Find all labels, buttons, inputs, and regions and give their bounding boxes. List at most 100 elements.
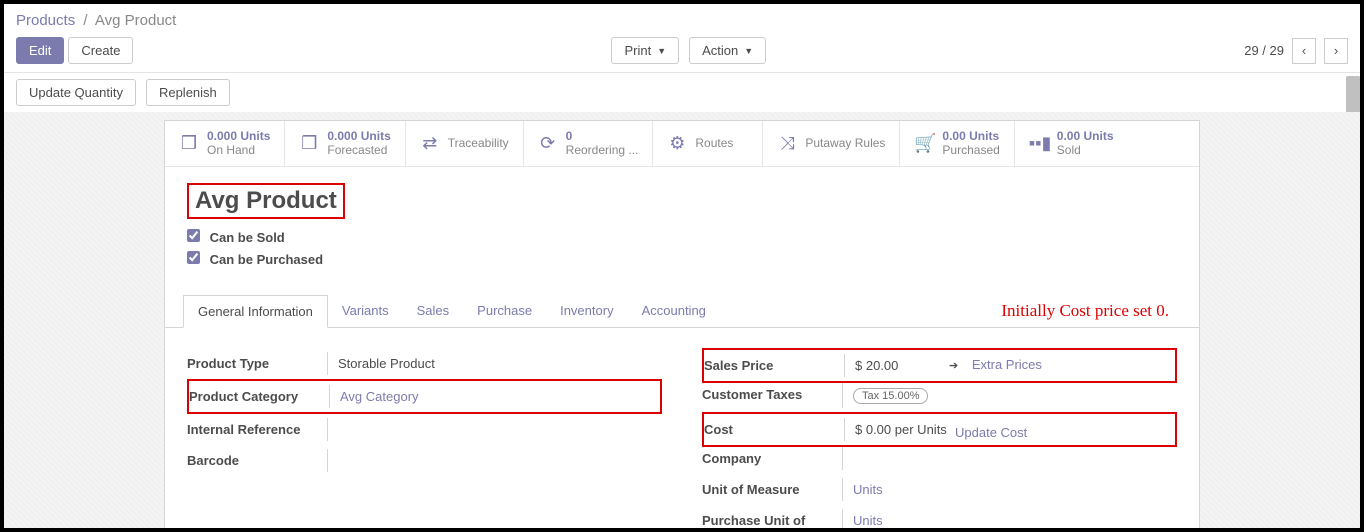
tab-purchase[interactable]: Purchase: [463, 295, 546, 327]
field-label: Product Category: [189, 385, 329, 408]
caret-down-icon: ▼: [744, 46, 753, 56]
caret-down-icon: ▼: [657, 46, 666, 56]
arrow-right-icon: ➔: [949, 360, 958, 372]
field-label: Internal Reference: [187, 418, 327, 441]
field-puom: Purchase Unit of Measure Units: [702, 505, 1177, 528]
can-be-sold-label: Can be Sold: [210, 230, 285, 245]
tab-variants[interactable]: Variants: [328, 295, 403, 327]
refresh-icon: ⟳: [538, 133, 558, 154]
stat-traceability[interactable]: ⇄ Traceability: [406, 121, 524, 166]
stat-label: On Hand: [207, 143, 270, 157]
cost-value: $ 0.00: [855, 422, 891, 437]
tabs: General Information Variants Sales Purch…: [165, 295, 1199, 328]
breadcrumb-root[interactable]: Products: [16, 12, 75, 29]
field-value: [842, 447, 1177, 470]
left-column: Product Type Storable Product Product Ca…: [187, 348, 662, 528]
stat-purchased[interactable]: 🛒 0.00 Units Purchased: [900, 121, 1014, 166]
stat-label: Reordering ...: [566, 143, 639, 157]
stat-label: Purchased: [942, 143, 999, 157]
breadcrumb: Products / Avg Product: [4, 4, 1360, 33]
stat-value: 0.000 Units: [327, 129, 390, 143]
stat-value: 0: [566, 129, 639, 143]
field-barcode: Barcode: [187, 445, 662, 476]
field-value-link[interactable]: Units: [842, 509, 1177, 528]
action-dropdown[interactable]: Action ▼: [689, 37, 766, 64]
stat-label: Routes: [695, 136, 733, 150]
field-label: Product Type: [187, 352, 327, 375]
field-label: Sales Price: [704, 354, 844, 377]
title-area: Avg Product Can be Sold Can be Purchased: [165, 167, 1199, 281]
field-label: Unit of Measure: [702, 478, 842, 501]
tab-general-information[interactable]: General Information: [183, 295, 328, 328]
secondary-bar: Update Quantity Replenish: [4, 73, 1360, 112]
extra-prices-link[interactable]: Extra Prices: [972, 357, 1042, 372]
update-cost-link[interactable]: Update Cost: [955, 425, 1027, 440]
can-be-purchased-checkbox[interactable]: [187, 251, 200, 264]
tab-sales[interactable]: Sales: [403, 295, 464, 327]
stat-on-hand[interactable]: ❒ 0.000 Units On Hand: [165, 121, 285, 166]
form-body: Product Type Storable Product Product Ca…: [165, 328, 1199, 528]
field-product-type: Product Type Storable Product: [187, 348, 662, 379]
cart-icon: 🛒: [914, 133, 934, 154]
stat-row: ❒ 0.000 Units On Hand ❒ 0.000 Units Fore…: [165, 121, 1199, 167]
stat-label: Forecasted: [327, 143, 390, 157]
print-label: Print: [624, 43, 651, 58]
stat-value: 0.000 Units: [207, 129, 270, 143]
field-label: Customer Taxes: [702, 383, 842, 408]
stat-label: Putaway Rules: [805, 136, 885, 150]
can-be-sold-check[interactable]: Can be Sold: [187, 229, 1177, 245]
stat-value: 0.00 Units: [942, 129, 999, 143]
print-dropdown[interactable]: Print ▼: [611, 37, 679, 64]
field-sales-price: Sales Price $ 20.00: [704, 350, 1175, 381]
tab-accounting[interactable]: Accounting: [628, 295, 720, 327]
field-company: Company: [702, 443, 1177, 474]
breadcrumb-sep: /: [83, 12, 87, 29]
field-value-link[interactable]: Units: [842, 478, 1177, 501]
field-cost: Cost $ 0.00 per Units: [704, 414, 1175, 445]
stat-value: 0.00 Units: [1057, 129, 1114, 143]
action-label: Action: [702, 43, 738, 58]
field-label: Barcode: [187, 449, 327, 472]
can-be-purchased-check[interactable]: Can be Purchased: [187, 251, 1177, 267]
field-value: [327, 418, 662, 441]
cost-unit: per Units: [895, 422, 947, 437]
pager-next-button[interactable]: ›: [1324, 38, 1348, 64]
breadcrumb-current: Avg Product: [95, 12, 176, 29]
random-icon: ⤨: [777, 133, 797, 154]
stat-reordering[interactable]: ⟳ 0 Reordering ...: [524, 121, 654, 166]
stat-sold[interactable]: ▪▪▮ 0.00 Units Sold: [1015, 121, 1128, 166]
can-be-purchased-label: Can be Purchased: [210, 252, 323, 267]
field-label: Purchase Unit of Measure: [702, 509, 842, 528]
tax-pill[interactable]: Tax 15.00%: [853, 388, 928, 404]
cubes-icon: ❒: [179, 133, 199, 154]
field-uom: Unit of Measure Units: [702, 474, 1177, 505]
pager-prev-button[interactable]: ‹: [1292, 38, 1316, 64]
right-column: Sales Price $ 20.00 ➔ Extra Prices Custo…: [702, 348, 1177, 528]
update-quantity-button[interactable]: Update Quantity: [16, 79, 136, 106]
replenish-button[interactable]: Replenish: [146, 79, 230, 106]
field-value: Tax 15.00%: [842, 383, 1177, 408]
stat-label: Sold: [1057, 143, 1114, 157]
product-title: Avg Product: [187, 183, 345, 219]
sales-price-value: $ 20.00: [855, 358, 898, 373]
stat-label: Traceability: [448, 136, 509, 150]
field-label: Company: [702, 447, 842, 470]
field-internal-reference: Internal Reference: [187, 414, 662, 445]
field-value-link[interactable]: Avg Category: [329, 385, 660, 408]
tab-inventory[interactable]: Inventory: [546, 295, 627, 327]
can-be-sold-checkbox[interactable]: [187, 229, 200, 242]
pager: 29 / 29 ‹ ›: [1244, 38, 1348, 64]
form-sheet: ❒ 0.000 Units On Hand ❒ 0.000 Units Fore…: [164, 120, 1200, 528]
stat-putaway[interactable]: ⤨ Putaway Rules: [763, 121, 900, 166]
annotation-text: Initially Cost price set 0.: [1001, 301, 1169, 321]
field-value: Storable Product: [327, 352, 662, 375]
edit-button[interactable]: Edit: [16, 37, 64, 64]
content-area: ❒ 0.000 Units On Hand ❒ 0.000 Units Fore…: [4, 112, 1360, 528]
stat-routes[interactable]: ⚙ Routes: [653, 121, 763, 166]
exchange-icon: ⇄: [420, 133, 440, 154]
stat-forecasted[interactable]: ❒ 0.000 Units Forecasted: [285, 121, 405, 166]
bars-icon: ▪▪▮: [1029, 133, 1049, 154]
field-customer-taxes: Customer Taxes Tax 15.00%: [702, 379, 1177, 412]
field-product-category: Product Category Avg Category: [187, 379, 662, 414]
create-button[interactable]: Create: [68, 37, 133, 64]
